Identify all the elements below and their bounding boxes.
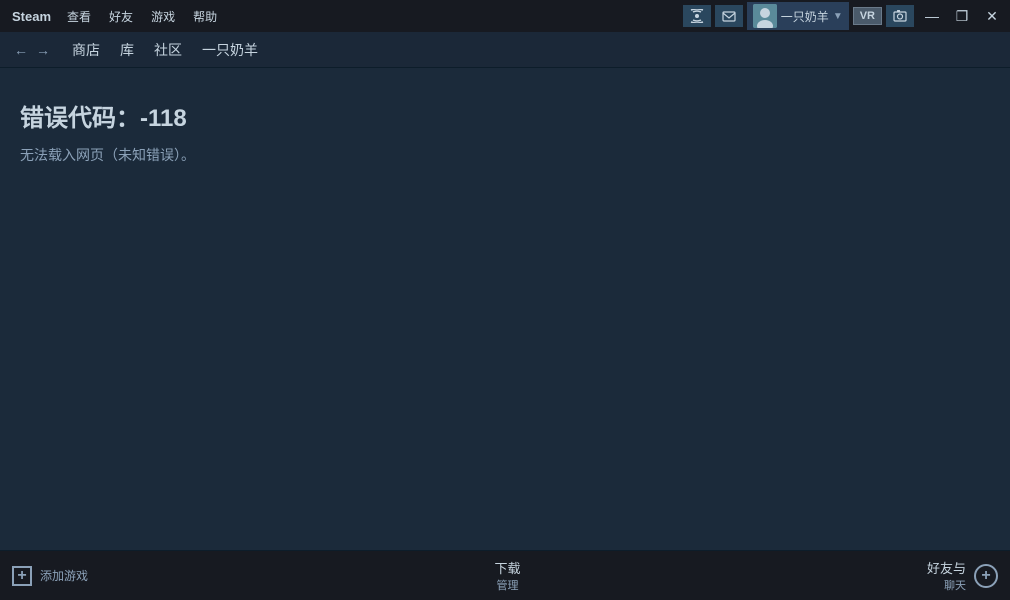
add-game-label: 添加游戏: [40, 567, 88, 584]
menu-view[interactable]: 查看: [59, 4, 99, 29]
user-profile-btn[interactable]: 一只奶羊 ▼: [747, 2, 849, 30]
friends-chat-text: 好友与 聊天: [927, 558, 966, 593]
broadcast-icon-btn[interactable]: [683, 5, 711, 27]
avatar: [753, 4, 777, 28]
friends-label: 好友与: [927, 558, 966, 577]
title-bar-right: 一只奶羊 ▼ VR — ❐ ✕: [683, 2, 1006, 30]
error-code-title: 错误代码：-118: [20, 98, 990, 133]
menu-friends[interactable]: 好友: [101, 4, 141, 29]
chat-label: 聊天: [927, 577, 966, 593]
menu-help[interactable]: 帮助: [185, 4, 225, 29]
bottom-bar: + 添加游戏 下载 管理 好友与 聊天 +: [0, 550, 1010, 600]
friends-section[interactable]: 好友与 聊天 +: [927, 558, 998, 593]
menu-games[interactable]: 游戏: [143, 4, 183, 29]
nav-store[interactable]: 商店: [64, 36, 108, 64]
manage-label: 管理: [494, 577, 520, 593]
vr-button[interactable]: VR: [853, 7, 882, 25]
window-controls: — ❐ ✕: [918, 5, 1006, 27]
title-bar: Steam 查看 好友 游戏 帮助: [0, 0, 1010, 32]
restore-button[interactable]: ❐: [948, 5, 976, 27]
menu-bar: 查看 好友 游戏 帮助: [59, 4, 225, 29]
add-game-section[interactable]: + 添加游戏: [12, 566, 88, 586]
add-game-icon: +: [12, 566, 32, 586]
screenshot-icon-btn[interactable]: [886, 5, 914, 27]
app-title: Steam: [4, 5, 59, 28]
main-content: 错误代码：-118 无法载入网页（未知错误）。: [0, 68, 1010, 550]
back-button[interactable]: ←: [10, 39, 32, 61]
nav-username[interactable]: 一只奶羊: [194, 36, 266, 64]
error-description: 无法载入网页（未知错误）。: [20, 145, 990, 165]
title-bar-left: Steam 查看 好友 游戏 帮助: [4, 4, 225, 29]
notification-icon-btn[interactable]: [715, 5, 743, 27]
minimize-button[interactable]: —: [918, 5, 946, 27]
nav-links: 商店 库 社区 一只奶羊: [64, 36, 266, 64]
friends-add-button[interactable]: +: [974, 564, 998, 588]
dropdown-icon: ▼: [833, 11, 843, 22]
nav-library[interactable]: 库: [112, 36, 142, 64]
close-button[interactable]: ✕: [978, 5, 1006, 27]
nav-bar: ← → 商店 库 社区 一只奶羊: [0, 32, 1010, 68]
forward-button[interactable]: →: [32, 39, 54, 61]
download-section[interactable]: 下载 管理: [494, 558, 520, 593]
download-label: 下载: [494, 558, 520, 577]
nav-community[interactable]: 社区: [146, 36, 190, 64]
username-label: 一只奶羊: [781, 8, 829, 25]
